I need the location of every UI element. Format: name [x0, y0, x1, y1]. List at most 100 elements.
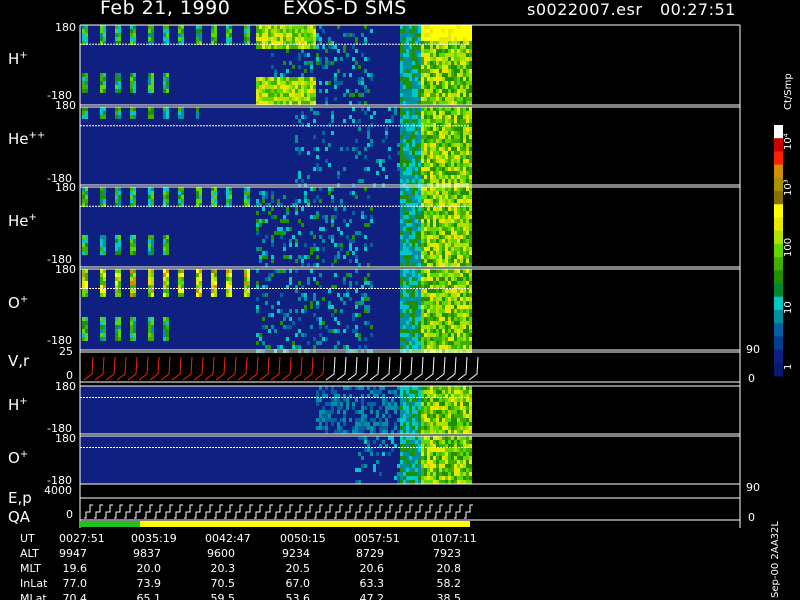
spectrogram-cell	[433, 309, 436, 313]
spectrogram-cell	[427, 480, 430, 484]
ep-sawtooth	[294, 504, 303, 519]
spectrogram-cell	[319, 167, 322, 171]
spectrogram-cell	[361, 418, 364, 422]
spectrogram-cell	[364, 247, 367, 251]
spectrogram-cell	[451, 273, 454, 277]
spectrogram-cell	[436, 414, 439, 418]
spectrogram-cell	[103, 247, 106, 251]
spectrogram-cell	[451, 127, 454, 131]
spectrogram-cell	[463, 480, 466, 484]
spectrogram-cell	[196, 187, 199, 191]
spectrogram-cell	[322, 139, 325, 143]
spectrogram-cell	[151, 29, 154, 33]
spectrogram-cell	[415, 317, 418, 321]
spectrogram-cell	[415, 159, 418, 163]
spectrogram-cell	[469, 313, 472, 317]
spectrogram-cell	[196, 273, 199, 277]
spectrogram-cell	[445, 131, 448, 135]
spectrogram-cell	[313, 293, 316, 297]
spectrogram-cell	[118, 89, 121, 93]
spectrogram-cell	[262, 219, 265, 223]
spectrogram-cell	[286, 337, 289, 341]
spectrogram-cell	[229, 273, 232, 277]
spectrogram-cell	[400, 430, 403, 434]
spectrogram-cell	[310, 61, 313, 65]
spectrogram-cell	[259, 333, 262, 337]
spectrogram-cell	[259, 101, 262, 105]
spectrogram-cell	[448, 418, 451, 422]
spectrogram-cell	[388, 414, 391, 418]
spectrogram-cell	[85, 33, 88, 37]
spectrogram-cell	[307, 29, 310, 33]
spectrogram-cell	[403, 313, 406, 317]
spectrogram-cell	[100, 333, 103, 337]
spectrogram-cell	[277, 45, 280, 49]
spectrogram-cell	[412, 426, 415, 430]
spectrogram-cell	[445, 49, 448, 53]
spectrogram-cell	[418, 422, 421, 426]
spectrogram-cell	[457, 85, 460, 89]
spectrogram-cell	[460, 61, 463, 65]
spectrogram-cell	[298, 317, 301, 321]
spectrogram-cell	[448, 480, 451, 484]
spectrogram-cell	[421, 297, 424, 301]
spectrogram-cell	[85, 77, 88, 81]
spectrogram-cell	[427, 107, 430, 111]
spectrogram-cell	[151, 333, 154, 337]
spectrogram-cell	[460, 398, 463, 402]
spectrogram-cell	[448, 223, 451, 227]
spectrogram-cell	[442, 159, 445, 163]
spectrogram-cell	[406, 147, 409, 151]
spectrogram-cell	[439, 81, 442, 85]
spectrogram-cell	[457, 243, 460, 247]
spectrogram-cell	[118, 247, 121, 251]
spectrogram-cell	[406, 273, 409, 277]
spectrogram-cell	[163, 317, 166, 321]
spectrogram-cell	[436, 390, 439, 394]
spectrogram-cell	[373, 386, 376, 390]
spectrogram-cell	[439, 45, 442, 49]
spectrogram-cell	[409, 171, 412, 175]
spectrogram-cell	[409, 25, 412, 29]
spectrogram-cell	[424, 472, 427, 476]
spectrogram-cell	[406, 329, 409, 333]
spectrogram-cell	[442, 414, 445, 418]
spectrogram-cell	[118, 281, 121, 285]
spectrogram-cell	[307, 33, 310, 37]
spectrogram-cell	[442, 101, 445, 105]
spectrogram-cell	[259, 191, 262, 195]
spectrogram-cell	[301, 333, 304, 337]
spectrogram-cell	[466, 93, 469, 97]
spectrogram-cell	[433, 273, 436, 277]
spectrogram-cell	[454, 313, 457, 317]
spectrogram-cell	[346, 223, 349, 227]
spectrogram-cell	[424, 269, 427, 273]
spectrogram-cell	[400, 33, 403, 37]
spectrogram-cell	[307, 277, 310, 281]
spectrogram-cell	[442, 239, 445, 243]
spectrogram-cell	[406, 398, 409, 402]
spectrogram-cell	[454, 321, 457, 325]
spectrogram-cell	[214, 269, 217, 273]
spectrogram-cell	[331, 305, 334, 309]
spectrogram-cell	[289, 33, 292, 37]
spectrogram-cell	[469, 163, 472, 167]
spectrogram-cell	[400, 422, 403, 426]
spectrogram-cell	[445, 33, 448, 37]
spectrogram-cell	[448, 219, 451, 223]
spectrogram-cell	[151, 321, 154, 325]
spectrogram-cell	[307, 37, 310, 41]
spectrogram-cell	[457, 143, 460, 147]
spectrogram-cell	[166, 199, 169, 203]
spectrogram-cell	[358, 386, 361, 390]
colorbar-label-10-4: 10⁴	[783, 133, 794, 150]
spectrogram-cell	[403, 263, 406, 267]
spectrogram-cell	[454, 127, 457, 131]
spectrogram-cell	[436, 418, 439, 422]
spectrogram-cell	[181, 273, 184, 277]
spectrogram-cell	[412, 49, 415, 53]
spectrogram-cell	[226, 191, 229, 195]
spectrogram-cell	[418, 418, 421, 422]
spectrogram-cell	[463, 127, 466, 131]
spectrogram-cell	[331, 406, 334, 410]
